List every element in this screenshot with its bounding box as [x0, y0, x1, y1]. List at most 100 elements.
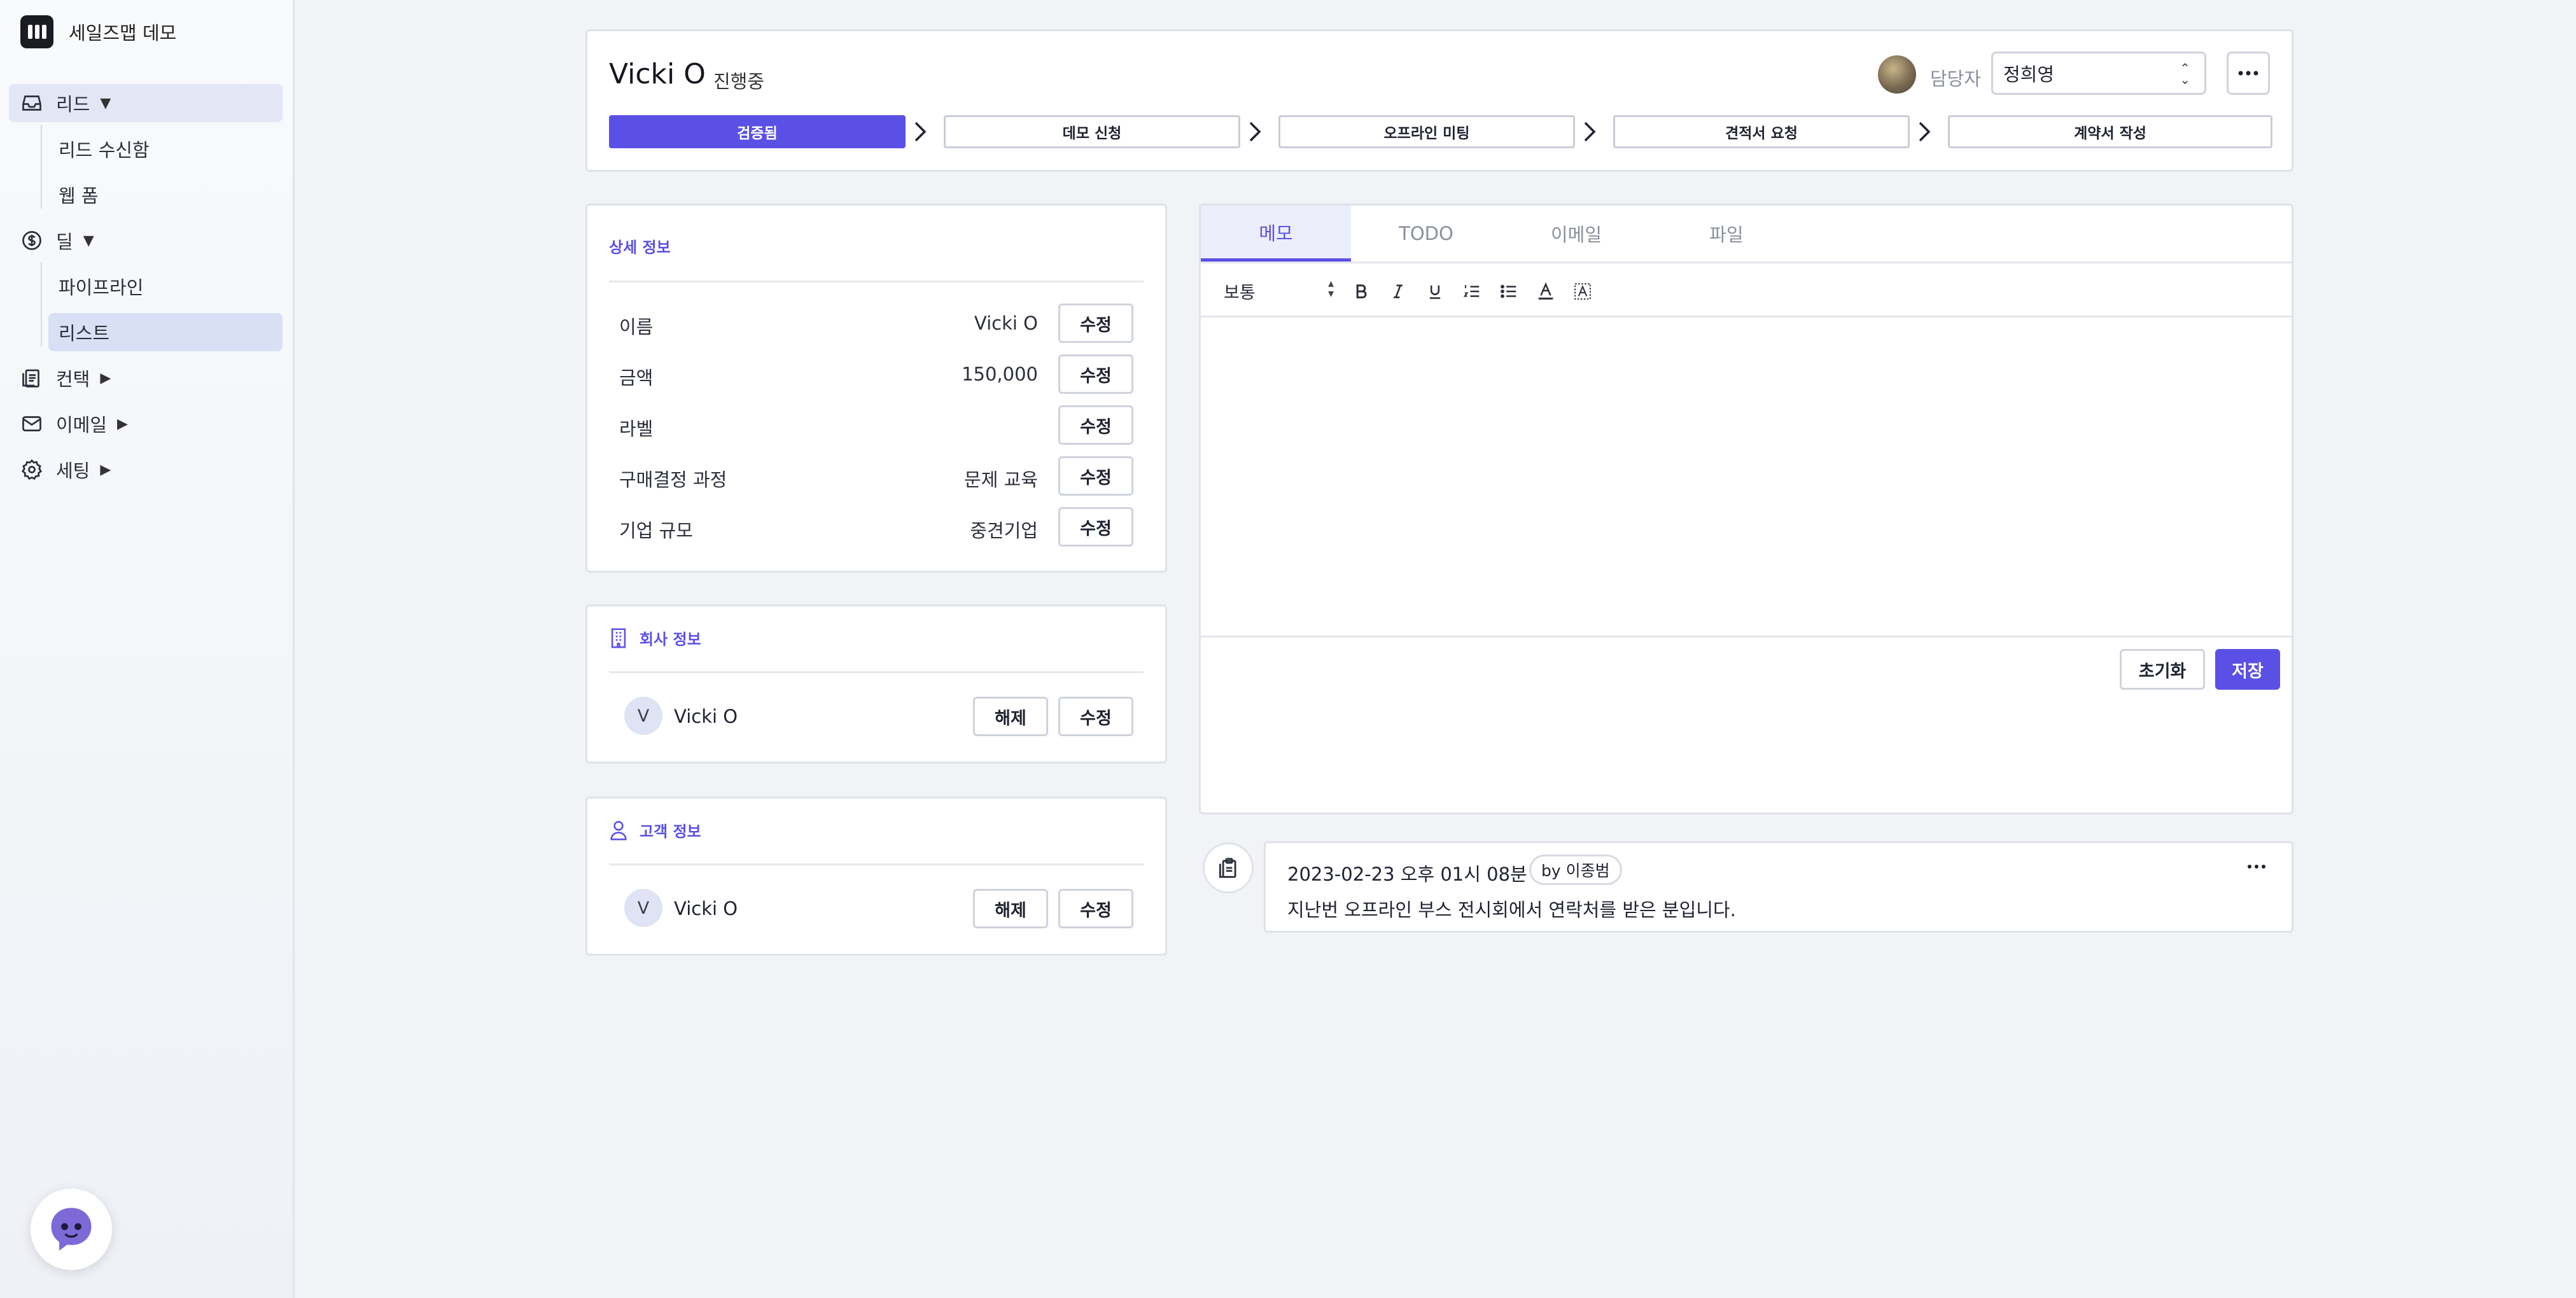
more-options-button[interactable]	[2227, 52, 2270, 95]
details-card: 상세 정보 이름 Vicki O 수정 금액 150,000 수정 라벨 수정 …	[585, 204, 1167, 573]
edit-amount-button[interactable]: 수정	[1058, 354, 1133, 394]
stage-verified[interactable]: 검증됨	[609, 115, 906, 148]
text-color-icon[interactable]	[1534, 280, 1557, 303]
memo-timestamp: 2023-02-23 오후 01시 08분	[1287, 863, 1527, 885]
memo-entry: 2023-02-23 오후 01시 08분 by 이종범 지난번 오프라인 부스…	[1264, 841, 2293, 933]
field-label-purchase-process: 구매결정 과정	[619, 469, 727, 491]
person-icon	[610, 820, 627, 840]
stage-demo-request[interactable]: 데모 신청	[944, 115, 1240, 148]
customer-title-label: 고객 정보	[640, 823, 701, 841]
nav-contact[interactable]: 컨택 ▶	[9, 359, 283, 397]
editor-footer: 초기화 저장	[1201, 636, 2292, 813]
reset-button[interactable]: 초기화	[2120, 649, 2205, 690]
chevron-right-icon	[911, 118, 930, 146]
nav-settings-label: 세팅	[56, 460, 90, 482]
deal-header-card: Vicki O 진행중 담당자 정희영 ⌃ ⌄ 검증됨 데모 신청 오프라인 미팅…	[585, 29, 2293, 172]
underline-icon[interactable]	[1424, 280, 1446, 303]
chat-bot-icon	[51, 1208, 92, 1251]
tree-line	[41, 125, 42, 209]
ordered-list-icon[interactable]	[1460, 280, 1483, 303]
avatar: V	[624, 889, 662, 927]
nav-contact-label: 컨택	[56, 368, 90, 390]
chat-support-button[interactable]	[31, 1189, 112, 1270]
chevron-up-down-icon: ▴ ▾	[1328, 277, 1334, 300]
edit-company-button[interactable]: 수정	[1058, 697, 1133, 736]
nav-lead[interactable]: 리드 ▼	[9, 84, 283, 122]
brand-logo-icon	[20, 15, 53, 48]
stage-contract[interactable]: 계약서 작성	[1948, 115, 2272, 148]
avatar	[1878, 55, 1916, 94]
more-horizontal-icon	[2238, 71, 2258, 76]
edit-name-button[interactable]: 수정	[1058, 304, 1133, 343]
field-value-purchase-process: 문제 교육	[964, 469, 1038, 491]
contacts-icon	[19, 365, 45, 391]
brand[interactable]: 세일즈맵 데모	[20, 15, 176, 48]
chevron-up-down-icon: ⌃ ⌄	[2180, 60, 2190, 87]
assignee-select[interactable]: 정희영 ⌃ ⌄	[1991, 52, 2206, 95]
sidebar-item-pipeline[interactable]: 파이프라인	[48, 267, 283, 305]
activity-card: 메모 TODO 이메일 파일 보통 ▴ ▾ 초기화 저장	[1199, 204, 2293, 814]
brand-name: 세일즈맵 데모	[69, 22, 177, 44]
stage-offline-meeting[interactable]: 오프라인 미팅	[1278, 115, 1575, 148]
field-value-amount: 150,000	[962, 363, 1038, 385]
sidebar: 세일즈맵 데모 리드 ▼ 리드 수신함 웹 폼 딜 ▼ 파이프라인 리스트 컨택…	[0, 0, 295, 1298]
nav-email[interactable]: 이메일 ▶	[9, 405, 283, 443]
highlight-icon[interactable]	[1571, 280, 1594, 303]
memo-editor[interactable]	[1201, 318, 2292, 636]
divider	[609, 671, 1144, 673]
chevron-right-icon	[1245, 118, 1264, 146]
tab-file[interactable]: 파일	[1651, 206, 1802, 262]
chevron-right-icon	[1915, 118, 1934, 146]
details-title: 상세 정보	[609, 239, 671, 256]
building-icon	[611, 628, 626, 648]
sidebar-item-list[interactable]: 리스트	[48, 313, 283, 351]
memo-author-badge: by 이종범	[1529, 855, 1622, 885]
nav-deal-label: 딜	[56, 231, 73, 253]
caret-right-icon: ▶	[100, 461, 111, 478]
field-label-name: 이름	[619, 316, 654, 338]
company-card: 회사 정보 V Vicki O 해제 수정	[585, 604, 1167, 764]
memo-clipboard-icon	[1203, 842, 1254, 893]
tab-memo[interactable]: 메모	[1201, 206, 1351, 262]
sidebar-item-lead-inbox[interactable]: 리드 수신함	[48, 130, 283, 168]
sidebar-item-web-form[interactable]: 웹 폼	[48, 176, 283, 214]
caret-right-icon: ▶	[117, 415, 128, 432]
caret-right-icon: ▶	[100, 370, 111, 386]
nav-settings[interactable]: 세팅 ▶	[9, 450, 283, 489]
text-style-select[interactable]: 보통	[1224, 279, 1256, 304]
edit-customer-button[interactable]: 수정	[1058, 889, 1133, 928]
field-value-name: Vicki O	[974, 312, 1038, 334]
sidebar-item-label: 리스트	[59, 323, 110, 344]
tab-email[interactable]: 이메일	[1501, 206, 1651, 262]
tree-line	[41, 262, 42, 346]
edit-purchase-process-button[interactable]: 수정	[1058, 456, 1133, 496]
bold-icon[interactable]	[1350, 280, 1373, 303]
more-horizontal-icon	[2248, 865, 2265, 869]
customer-title: 고객 정보	[609, 819, 701, 841]
status-text: 진행중	[713, 71, 765, 92]
field-label-amount: 금액	[619, 367, 654, 389]
italic-icon[interactable]	[1387, 280, 1410, 303]
gear-icon	[19, 457, 45, 482]
caret-down-icon: ▼	[100, 95, 111, 111]
memo-text: 지난번 오프라인 부스 전시회에서 연락처를 받은 분입니다.	[1287, 899, 1736, 921]
memo-more-button[interactable]	[2247, 860, 2266, 872]
unlink-company-button[interactable]: 해제	[973, 697, 1048, 736]
tab-todo[interactable]: TODO	[1351, 206, 1501, 262]
field-label-company-size: 기업 규모	[619, 520, 693, 541]
stage-quote-request[interactable]: 견적서 요청	[1613, 115, 1910, 148]
edit-company-size-button[interactable]: 수정	[1058, 507, 1133, 547]
dollar-icon	[19, 228, 45, 253]
sidebar-item-label: 리드 수신함	[59, 139, 150, 161]
save-button[interactable]: 저장	[2215, 649, 2280, 690]
sidebar-item-label: 파이프라인	[59, 277, 144, 298]
nav-deal[interactable]: 딜 ▼	[9, 221, 283, 260]
edit-label-button[interactable]: 수정	[1058, 405, 1133, 445]
field-value-company-size: 중견기업	[970, 520, 1038, 541]
nav-email-label: 이메일	[56, 414, 108, 436]
company-title: 회사 정보	[609, 627, 701, 649]
assignee-label: 담당자	[1930, 68, 1982, 90]
unlink-customer-button[interactable]: 해제	[973, 889, 1048, 928]
bullet-list-icon[interactable]	[1497, 280, 1520, 303]
editor-toolbar: 보통 ▴ ▾	[1201, 262, 2292, 318]
